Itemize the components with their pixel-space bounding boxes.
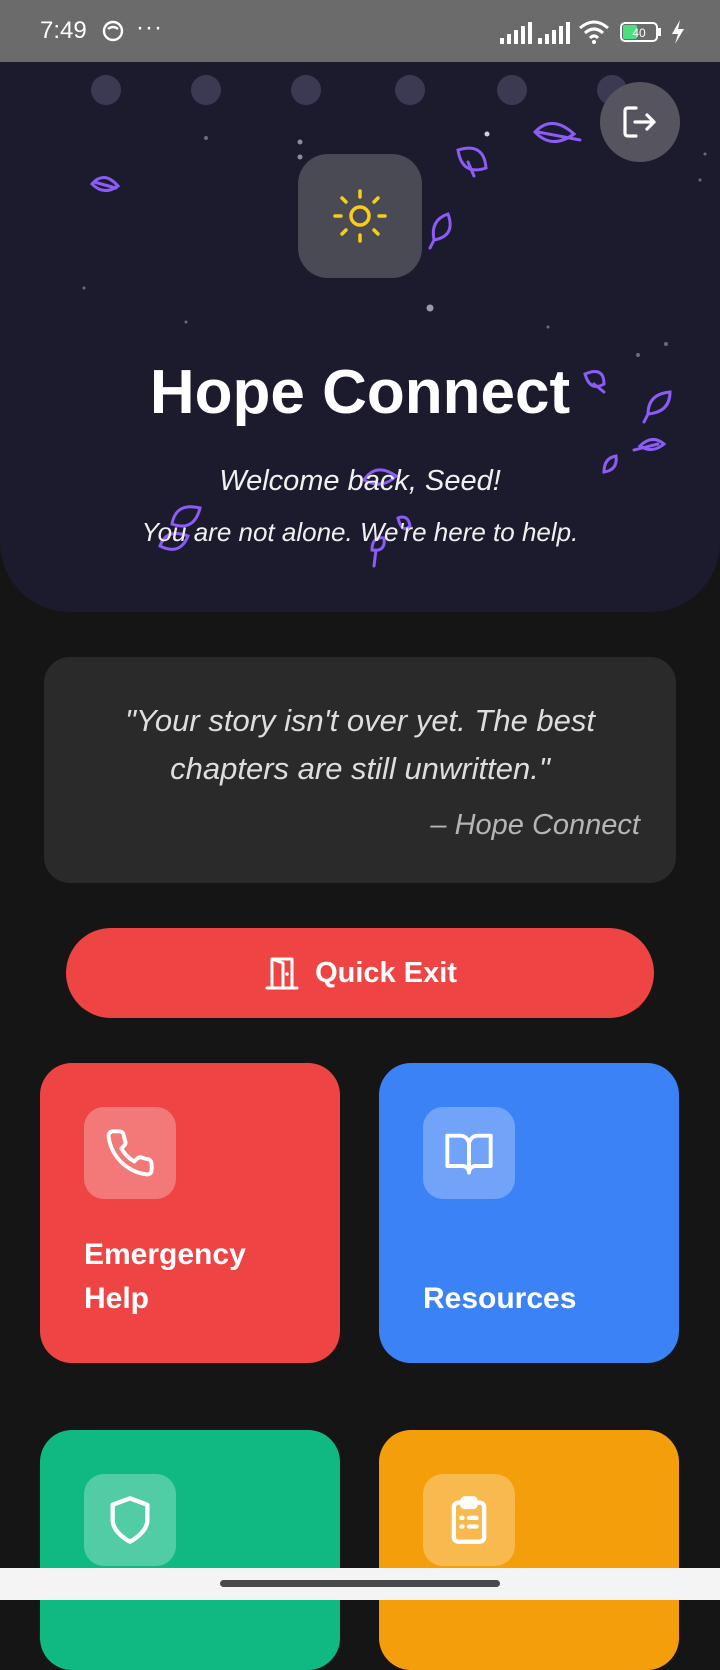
wifi-icon bbox=[579, 20, 609, 44]
tile-icon-badge bbox=[423, 1474, 515, 1566]
quick-exit-label: Quick Exit bbox=[315, 956, 457, 989]
tile-icon-badge bbox=[423, 1107, 515, 1199]
quote-author: – Hope Connect bbox=[430, 809, 640, 841]
status-bar: 7:49 ··· 40 bbox=[0, 0, 720, 62]
tile-label: Emergency Help bbox=[84, 1238, 246, 1315]
signal-icon bbox=[500, 22, 532, 44]
safety-tile[interactable] bbox=[40, 1430, 340, 1670]
app-title: Hope Connect bbox=[149, 358, 571, 427]
battery-icon: 40 bbox=[620, 22, 661, 42]
tile-icon-badge bbox=[84, 1474, 176, 1566]
welcome-message: Welcome back, Seed! bbox=[219, 465, 501, 497]
tile-label: Resources bbox=[423, 1282, 577, 1315]
door-exit-icon bbox=[265, 957, 299, 990]
quote-text: "Your story isn't over yet. The best cha… bbox=[124, 703, 596, 786]
tagline: You are not alone. We're here to help. bbox=[141, 517, 579, 547]
sun-icon bbox=[333, 189, 387, 243]
quick-exit-button[interactable]: Quick Exit bbox=[66, 928, 654, 1018]
logout-button[interactable] bbox=[600, 82, 680, 162]
header-hero: Hope Connect Welcome back, Seed! You are… bbox=[0, 62, 720, 612]
status-time: 7:49 bbox=[40, 17, 87, 44]
emergency-help-tile[interactable]: Emergency Help bbox=[40, 1063, 340, 1363]
charging-icon bbox=[672, 20, 684, 44]
quote-card: "Your story isn't over yet. The best cha… bbox=[44, 657, 676, 883]
app-notification-icon bbox=[102, 20, 124, 42]
logout-icon bbox=[623, 106, 656, 138]
system-nav-bar bbox=[0, 1568, 720, 1600]
clipboard-icon bbox=[451, 1496, 487, 1544]
sun-logo bbox=[298, 154, 422, 278]
phone-icon bbox=[106, 1129, 154, 1177]
shield-icon bbox=[110, 1496, 150, 1544]
tile-icon-badge bbox=[84, 1107, 176, 1199]
more-notifications-icon: ··· bbox=[136, 14, 163, 41]
signal-icon bbox=[538, 22, 570, 44]
book-icon bbox=[445, 1133, 493, 1175]
checklist-tile[interactable] bbox=[379, 1430, 679, 1670]
resources-tile[interactable]: Resources bbox=[379, 1063, 679, 1363]
home-gesture-handle[interactable] bbox=[220, 1580, 500, 1587]
battery-level: 40 bbox=[632, 26, 646, 40]
